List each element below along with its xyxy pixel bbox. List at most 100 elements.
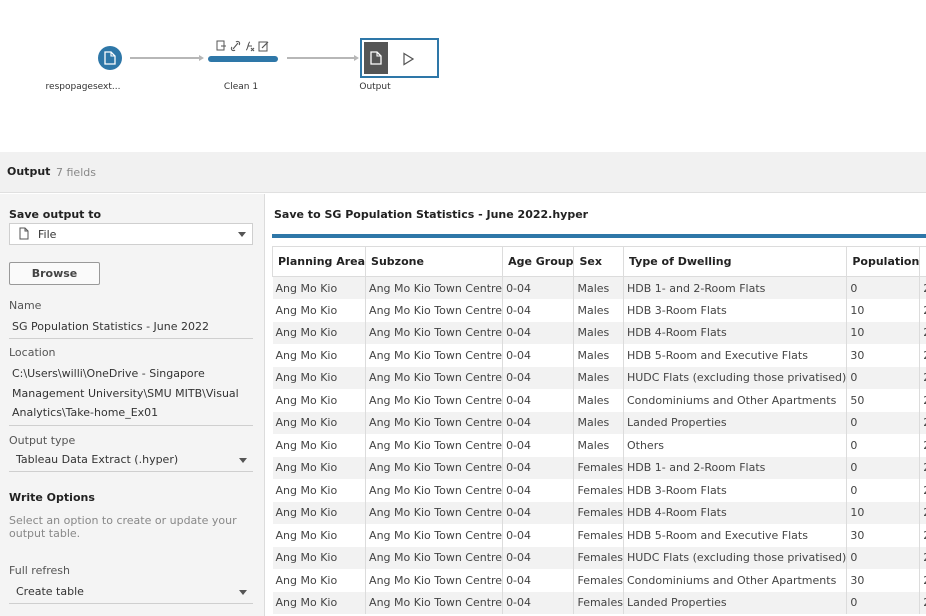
table-cell[interactable]: Ang Mo Kio	[272, 389, 367, 412]
table-cell[interactable]: Ang Mo Kio Town Centre	[365, 434, 504, 457]
location-line[interactable]: Management University\SMU MITB\Visual	[12, 387, 239, 400]
table-cell[interactable]: 0	[846, 456, 921, 479]
table-cell[interactable]: 2,022	[919, 479, 926, 502]
table-cell[interactable]: 2,022	[919, 591, 926, 614]
browse-button[interactable]: Browse	[9, 262, 100, 285]
play-icon[interactable]	[402, 52, 414, 66]
table-cell[interactable]: HUDC Flats (excluding those privatised)	[623, 366, 848, 389]
table-cell[interactable]: HDB 1- and 2-Room Flats	[623, 276, 848, 299]
clean-step-node[interactable]	[208, 56, 278, 62]
table-cell[interactable]: 2,022	[919, 546, 926, 569]
column-header[interactable]: Subzone	[365, 246, 504, 277]
table-cell[interactable]: Ang Mo Kio	[272, 456, 367, 479]
table-cell[interactable]: 2,022	[919, 569, 926, 592]
table-cell[interactable]: Ang Mo Kio	[272, 411, 367, 434]
table-cell[interactable]: 0	[846, 366, 921, 389]
table-cell[interactable]: Males	[573, 276, 624, 299]
table-cell[interactable]: 10	[846, 321, 921, 344]
table-cell[interactable]: Females	[573, 479, 624, 502]
table-cell[interactable]: Ang Mo Kio Town Centre	[365, 389, 504, 412]
table-cell[interactable]: Females	[573, 501, 624, 524]
column-header[interactable]: Population	[846, 246, 921, 277]
table-cell[interactable]: Ang Mo Kio	[272, 321, 367, 344]
table-cell[interactable]: Ang Mo Kio Town Centre	[365, 344, 504, 367]
column-header[interactable]: Date	[919, 246, 926, 277]
table-cell[interactable]: HDB 3-Room Flats	[623, 299, 848, 322]
table-cell[interactable]: Ang Mo Kio	[272, 501, 367, 524]
table-cell[interactable]: Ang Mo Kio	[272, 569, 367, 592]
table-cell[interactable]: 2,022	[919, 344, 926, 367]
table-cell[interactable]: 0	[846, 479, 921, 502]
location-line[interactable]: C:\Users\willi\OneDrive - Singapore	[12, 367, 205, 380]
table-cell[interactable]: Females	[573, 524, 624, 547]
column-header[interactable]: Age Group	[502, 246, 575, 277]
table-cell[interactable]: Males	[573, 366, 624, 389]
table-cell[interactable]: HUDC Flats (excluding those privatised)	[623, 546, 848, 569]
table-cell[interactable]: Landed Properties	[623, 591, 848, 614]
table-cell[interactable]: 2,022	[919, 389, 926, 412]
table-cell[interactable]: Ang Mo Kio	[272, 434, 367, 457]
table-cell[interactable]: Females	[573, 546, 624, 569]
table-cell[interactable]: Males	[573, 344, 624, 367]
table-cell[interactable]: 50	[846, 389, 921, 412]
save-output-dropdown[interactable]: File	[9, 223, 253, 245]
input-node[interactable]	[98, 46, 122, 70]
table-cell[interactable]: 0-04	[502, 591, 575, 614]
table-cell[interactable]: 30	[846, 569, 921, 592]
table-cell[interactable]: HDB 4-Room Flats	[623, 501, 848, 524]
table-cell[interactable]: 0	[846, 546, 921, 569]
table-cell[interactable]: Males	[573, 299, 624, 322]
table-cell[interactable]: 2,022	[919, 299, 926, 322]
table-cell[interactable]: 0	[846, 276, 921, 299]
table-cell[interactable]: Ang Mo Kio Town Centre	[365, 299, 504, 322]
table-cell[interactable]: Ang Mo Kio Town Centre	[365, 366, 504, 389]
output-type-dropdown[interactable]: Tableau Data Extract (.hyper)	[9, 450, 253, 470]
table-cell[interactable]: Females	[573, 456, 624, 479]
table-cell[interactable]: Ang Mo Kio Town Centre	[365, 479, 504, 502]
table-cell[interactable]: 0	[846, 591, 921, 614]
table-cell[interactable]: Ang Mo Kio Town Centre	[365, 546, 504, 569]
input-node-label[interactable]: respopagesext...	[38, 82, 128, 92]
location-line[interactable]: Analytics\Take-home_Ex01	[12, 406, 158, 419]
table-cell[interactable]: Ang Mo Kio	[272, 524, 367, 547]
table-cell[interactable]: Females	[573, 569, 624, 592]
table-cell[interactable]: Ang Mo Kio	[272, 276, 367, 299]
table-cell[interactable]: 0-04	[502, 546, 575, 569]
table-cell[interactable]: 30	[846, 524, 921, 547]
table-cell[interactable]: 0-04	[502, 344, 575, 367]
table-cell[interactable]: 0-04	[502, 366, 575, 389]
table-cell[interactable]: 10	[846, 299, 921, 322]
table-cell[interactable]: Ang Mo Kio	[272, 591, 367, 614]
table-cell[interactable]: 2,022	[919, 321, 926, 344]
table-cell[interactable]: 0	[846, 411, 921, 434]
table-cell[interactable]: Males	[573, 434, 624, 457]
table-cell[interactable]: Ang Mo Kio Town Centre	[365, 456, 504, 479]
refresh-dropdown[interactable]: Create table	[9, 582, 253, 602]
table-cell[interactable]: Ang Mo Kio Town Centre	[365, 321, 504, 344]
table-cell[interactable]: HDB 5-Room and Executive Flats	[623, 344, 848, 367]
table-cell[interactable]: 0-04	[502, 389, 575, 412]
table-cell[interactable]: 10	[846, 501, 921, 524]
table-cell[interactable]: 2,022	[919, 411, 926, 434]
table-cell[interactable]: 0-04	[502, 299, 575, 322]
table-cell[interactable]: Ang Mo Kio	[272, 344, 367, 367]
table-cell[interactable]: 0-04	[502, 501, 575, 524]
name-field[interactable]: SG Population Statistics - June 2022	[12, 320, 209, 333]
table-cell[interactable]: 30	[846, 344, 921, 367]
table-cell[interactable]: Ang Mo Kio Town Centre	[365, 501, 504, 524]
table-cell[interactable]: 0	[846, 434, 921, 457]
table-cell[interactable]: 0-04	[502, 569, 575, 592]
table-cell[interactable]: Ang Mo Kio	[272, 479, 367, 502]
table-cell[interactable]: HDB 4-Room Flats	[623, 321, 848, 344]
table-cell[interactable]: 2,022	[919, 434, 926, 457]
table-cell[interactable]: HDB 1- and 2-Room Flats	[623, 456, 848, 479]
table-cell[interactable]: 0-04	[502, 524, 575, 547]
table-cell[interactable]: HDB 5-Room and Executive Flats	[623, 524, 848, 547]
table-cell[interactable]: Ang Mo Kio Town Centre	[365, 524, 504, 547]
table-cell[interactable]: 0-04	[502, 411, 575, 434]
table-cell[interactable]: 0-04	[502, 479, 575, 502]
table-cell[interactable]: Males	[573, 321, 624, 344]
table-cell[interactable]: Ang Mo Kio Town Centre	[365, 591, 504, 614]
table-cell[interactable]: Ang Mo Kio	[272, 546, 367, 569]
table-cell[interactable]: Condominiums and Other Apartments	[623, 389, 848, 412]
